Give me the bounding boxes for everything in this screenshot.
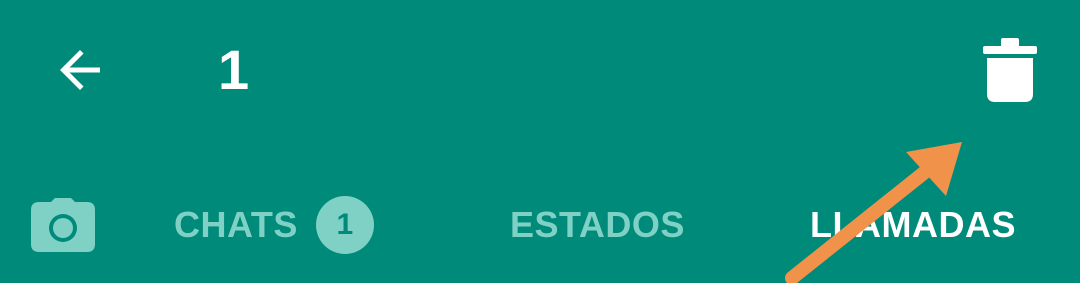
selection-toolbar: 1 [0,0,1080,140]
app-header: 1 CHATS 1 ESTADOS LLAMADAS [0,0,1080,283]
tab-llamadas-label: LLAMADAS [810,204,1016,245]
delete-button[interactable] [966,26,1054,114]
tab-camera[interactable] [28,180,98,270]
tab-estados-label: ESTADOS [510,204,685,245]
back-button[interactable] [38,28,122,112]
camera-icon [31,198,95,252]
arrow-left-icon [60,50,100,90]
tab-llamadas[interactable]: LLAMADAS [810,180,1016,270]
trash-icon [983,38,1037,102]
tab-estados[interactable]: ESTADOS [510,180,685,270]
tab-chats-label: CHATS [174,204,298,245]
selection-count: 1 [218,38,250,101]
tab-bar: CHATS 1 ESTADOS LLAMADAS [0,180,1080,283]
unread-badge: 1 [315,196,374,254]
tab-chats[interactable]: CHATS 1 [174,180,374,270]
